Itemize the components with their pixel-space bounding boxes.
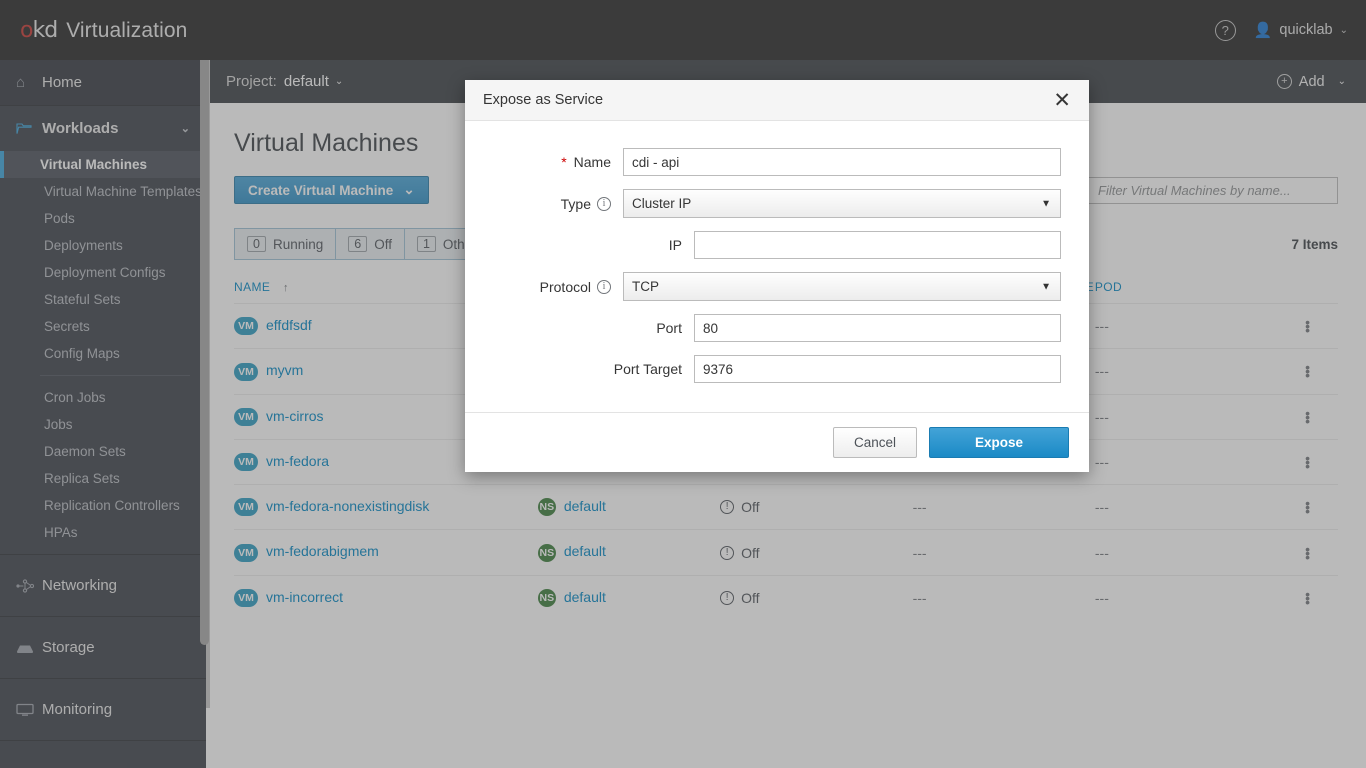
port-target-label: Port Target [493, 361, 694, 377]
form-row-name: * Name [493, 148, 1061, 176]
label-text: Port Target [613, 361, 682, 377]
label-text: IP [668, 237, 682, 253]
type-select-wrapper: Cluster IP ▼ [623, 189, 1061, 218]
info-icon[interactable]: i [597, 196, 611, 211]
form-row-port: Port [493, 314, 1061, 342]
modal-body: * Name Type i Cluster IP ▼ [465, 121, 1089, 412]
port-input[interactable] [694, 314, 1061, 342]
close-icon[interactable]: ✕ [1053, 90, 1071, 111]
info-icon[interactable]: i [597, 279, 611, 294]
form-row-type: Type i Cluster IP ▼ [493, 189, 1061, 218]
label-text: Name [573, 154, 611, 170]
form-row-port-target: Port Target [493, 355, 1061, 383]
protocol-select-wrapper: TCP ▼ [623, 272, 1061, 301]
label-text: Type [560, 195, 591, 212]
type-label: Type i [493, 196, 623, 212]
required-indicator: * [561, 154, 567, 170]
modal-footer: Cancel Expose [465, 412, 1089, 472]
ip-label: IP [493, 237, 694, 253]
label-text: Protocol [539, 278, 591, 295]
modal-header: Expose as Service ✕ [465, 80, 1089, 121]
name-label: * Name [493, 154, 623, 170]
ip-input[interactable] [694, 231, 1061, 259]
expose-as-service-modal: Expose as Service ✕ * Name Type i Cluste… [465, 80, 1089, 472]
protocol-label: Protocol i [493, 279, 623, 295]
port-target-input[interactable] [694, 355, 1061, 383]
app-root: okd Virtualization ? 👤 quicklab ⌄ ⌂ Home [0, 0, 1366, 768]
type-select[interactable]: Cluster IP [623, 189, 1061, 218]
protocol-select[interactable]: TCP [623, 272, 1061, 301]
form-row-protocol: Protocol i TCP ▼ [493, 272, 1061, 301]
label-text: Port [656, 320, 682, 336]
expose-button[interactable]: Expose [929, 427, 1069, 458]
form-row-ip: IP [493, 231, 1061, 259]
cancel-button[interactable]: Cancel [833, 427, 917, 458]
name-input[interactable] [623, 148, 1061, 176]
modal-title: Expose as Service [483, 92, 604, 108]
port-label: Port [493, 320, 694, 336]
